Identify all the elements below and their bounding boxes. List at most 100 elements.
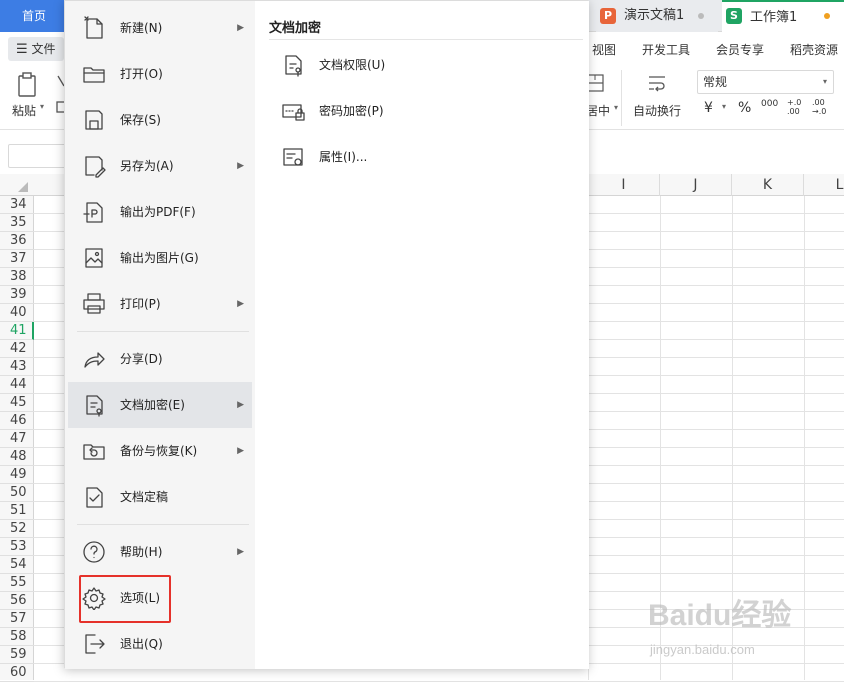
properties-icon xyxy=(281,145,305,169)
file-menu-list: 新建(N) ▶ 打开(O) 保存(S) 另存为(A) ▶ 输出为PDF(F) 输… xyxy=(65,1,255,669)
file-menu-item-label: 退出(Q) xyxy=(120,637,163,651)
file-menu-button[interactable]: ☰ 文件 xyxy=(8,37,64,61)
submenu-item-password-lock[interactable]: 密码加密(P) xyxy=(269,91,569,131)
tab-workbook[interactable]: S 工作簿1 xyxy=(722,0,844,32)
file-menu-item-save-as[interactable]: 另存为(A) ▶ xyxy=(68,143,252,189)
tab-home[interactable]: 首页 xyxy=(0,0,66,32)
submenu-item-properties[interactable]: 属性(I)... xyxy=(269,137,569,177)
folder-open-icon xyxy=(82,62,106,86)
column-header-k[interactable]: K xyxy=(732,174,804,196)
file-menu-item-image-export[interactable]: 输出为图片(G) xyxy=(68,235,252,281)
row-header[interactable]: 44 xyxy=(0,376,34,394)
column-header-j[interactable]: J xyxy=(660,174,732,196)
row-header[interactable]: 59 xyxy=(0,646,34,664)
row-header[interactable]: 51 xyxy=(0,502,34,520)
row-header[interactable]: 54 xyxy=(0,556,34,574)
chevron-right-icon: ▶ xyxy=(237,446,244,456)
row-header[interactable]: 39 xyxy=(0,286,34,304)
row-header[interactable]: 50 xyxy=(0,484,34,502)
encryption-submenu: 文档加密 文档权限(U) 密码加密(P) 属性(I)... xyxy=(255,1,589,669)
file-menu-item-label: 文档定稿 xyxy=(120,490,169,504)
file-menu-item-label: 备份与恢复(K) xyxy=(120,444,198,458)
increase-decimal-button[interactable]: +.0 .00 xyxy=(787,98,805,116)
row-header[interactable]: 58 xyxy=(0,628,34,646)
menu-docer[interactable]: 稻壳资源 xyxy=(790,41,838,58)
submenu-item-document-permission[interactable]: 文档权限(U) xyxy=(269,45,569,85)
file-menu-item-help[interactable]: 帮助(H) ▶ xyxy=(68,529,252,575)
document-final-icon xyxy=(82,485,106,509)
column-header-l[interactable]: L xyxy=(804,174,844,196)
thousands-button[interactable]: 000 xyxy=(761,99,778,109)
tab-close-dot-icon[interactable] xyxy=(698,13,704,19)
save-icon xyxy=(82,108,106,132)
presentation-icon: P xyxy=(600,8,616,24)
file-menu-item-backup-restore[interactable]: 备份与恢复(K) ▶ xyxy=(68,428,252,474)
file-menu-item-exit[interactable]: 退出(Q) xyxy=(68,621,252,667)
menu-developer[interactable]: 开发工具 xyxy=(642,41,690,58)
file-menu-item-label: 保存(S) xyxy=(120,113,161,127)
submenu-item-label: 属性(I)... xyxy=(319,150,368,164)
file-menu-item-folder-open[interactable]: 打开(O) xyxy=(68,51,252,97)
unsaved-dot-icon xyxy=(824,13,830,19)
row-header[interactable]: 35 xyxy=(0,214,34,232)
file-menu-item-save[interactable]: 保存(S) xyxy=(68,97,252,143)
row-header[interactable]: 47 xyxy=(0,430,34,448)
wrap-text-icon[interactable] xyxy=(646,74,668,94)
currency-button[interactable]: ¥ xyxy=(704,100,713,116)
row-header[interactable]: 43 xyxy=(0,358,34,376)
paste-icon[interactable] xyxy=(16,72,40,98)
row-header-bar: 34 35 36 37 38 39 40 41 42 43 44 45 46 47 48 49 50 51 52 53… xyxy=(0,196,34,682)
wrap-text-label[interactable]: 自动换行 xyxy=(633,102,681,119)
merge-center-label[interactable]: 居中 xyxy=(586,102,610,119)
row-header[interactable]: 52 xyxy=(0,520,34,538)
file-menu-item-document-lock[interactable]: 文档加密(E) ▶ xyxy=(68,382,252,428)
row-header[interactable]: 48 xyxy=(0,448,34,466)
file-menu-item-label: 帮助(H) xyxy=(120,545,163,559)
chevron-right-icon: ▶ xyxy=(237,547,244,557)
document-lock-icon xyxy=(82,393,106,417)
percent-button[interactable]: % xyxy=(738,100,751,116)
file-menu-item-pdf-export[interactable]: 输出为PDF(F) xyxy=(68,189,252,235)
row-header[interactable]: 36 xyxy=(0,232,34,250)
decrease-decimal-button[interactable]: .00 →.0 xyxy=(812,98,834,116)
menu-view[interactable]: 视图 xyxy=(592,41,616,58)
file-menu-item-label: 文档加密(E) xyxy=(120,398,185,412)
row-header[interactable]: 34 xyxy=(0,196,34,214)
row-header[interactable]: 60 xyxy=(0,664,34,682)
number-format-select[interactable]: 常规 ▾ xyxy=(697,70,834,94)
file-menu-item-printer[interactable]: 打印(P) ▶ xyxy=(68,281,252,327)
row-header[interactable]: 40 xyxy=(0,304,34,322)
row-header[interactable]: 45 xyxy=(0,394,34,412)
file-menu-item-document-final[interactable]: 文档定稿 xyxy=(68,474,252,520)
currency-dropdown-icon[interactable]: ▾ xyxy=(722,102,726,111)
tab-workbook-label: 工作簿1 xyxy=(750,10,798,25)
file-menu-item-label: 新建(N) xyxy=(120,21,163,35)
menu-separator xyxy=(77,331,249,332)
merge-dropdown-icon[interactable]: ▾ xyxy=(614,103,618,112)
row-header[interactable]: 57 xyxy=(0,610,34,628)
file-menu-item-new-file[interactable]: 新建(N) ▶ xyxy=(68,5,252,51)
row-header[interactable]: 41 xyxy=(0,322,34,340)
paste-button-label[interactable]: 粘贴 xyxy=(12,102,36,119)
row-header[interactable]: 37 xyxy=(0,250,34,268)
row-header[interactable]: 56 xyxy=(0,592,34,610)
file-menu-panel: 新建(N) ▶ 打开(O) 保存(S) 另存为(A) ▶ 输出为PDF(F) 输… xyxy=(64,0,589,669)
help-icon xyxy=(82,540,106,564)
row-header[interactable]: 46 xyxy=(0,412,34,430)
row-header[interactable]: 53 xyxy=(0,538,34,556)
printer-icon xyxy=(82,292,106,316)
row-header[interactable]: 49 xyxy=(0,466,34,484)
share-icon xyxy=(82,347,106,371)
select-all-icon[interactable] xyxy=(18,182,28,192)
menu-member[interactable]: 会员专享 xyxy=(716,41,764,58)
hamburger-icon: ☰ xyxy=(16,42,28,57)
file-menu-item-share[interactable]: 分享(D) xyxy=(68,336,252,382)
tab-presentation[interactable]: P 演示文稿1 xyxy=(596,0,718,32)
password-lock-icon xyxy=(281,99,305,123)
column-header-i[interactable]: I xyxy=(588,174,660,196)
row-header[interactable]: 55 xyxy=(0,574,34,592)
row-header[interactable]: 42 xyxy=(0,340,34,358)
paste-dropdown-icon[interactable]: ▾ xyxy=(40,102,44,111)
number-format-value: 常规 xyxy=(703,75,728,89)
row-header[interactable]: 38 xyxy=(0,268,34,286)
